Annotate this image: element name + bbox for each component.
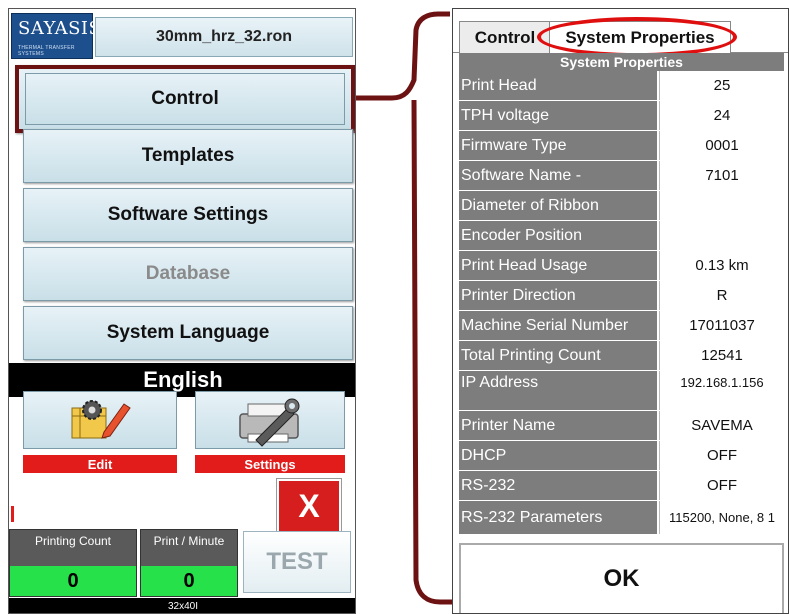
property-value: 24: [659, 101, 784, 130]
property-value: 25: [659, 71, 784, 100]
logo-subtext: THERMAL TRANSFER SYSTEMS: [18, 45, 75, 57]
tab-control[interactable]: Control: [459, 21, 551, 53]
property-name: Printer Direction: [459, 281, 657, 310]
property-name: RS-232 Parameters: [459, 501, 657, 534]
system-language-button[interactable]: System Language: [23, 306, 353, 360]
property-row: RS-232 Parameters 115200, None, 8 1: [459, 501, 784, 535]
edit-label: Edit: [23, 455, 177, 473]
property-row: Diameter of Ribbon: [459, 191, 784, 221]
print-per-minute-value: 0: [141, 566, 237, 596]
property-row: IP Address 192.168.1.156: [459, 371, 784, 411]
edit-icon: [71, 400, 131, 439]
property-row: Machine Serial Number 17011037: [459, 311, 784, 341]
printing-count-box: Printing Count 0: [9, 529, 137, 597]
property-row: TPH voltage 24: [459, 101, 784, 131]
control-button-label: Control: [25, 73, 345, 125]
property-value: OFF: [659, 441, 784, 470]
edit-tile-button[interactable]: [23, 391, 177, 449]
property-value: SAVEMA: [659, 411, 784, 440]
property-name: DHCP: [459, 441, 657, 470]
property-row: DHCP OFF: [459, 441, 784, 471]
property-name: Total Printing Count: [459, 341, 657, 370]
tab-bar: Control System Properties: [453, 9, 788, 57]
test-button[interactable]: TEST: [243, 531, 351, 593]
property-value: R: [659, 281, 784, 310]
property-row: Software Name -7101: [459, 161, 784, 191]
software-settings-button[interactable]: Software Settings: [23, 188, 353, 242]
property-name: Print Head Usage: [459, 251, 657, 280]
templates-button[interactable]: Templates: [23, 129, 353, 183]
properties-table: Print Head 25 TPH voltage 24 Firmware Type 00…: [459, 71, 784, 535]
close-button[interactable]: X: [276, 478, 342, 534]
status-marker: [11, 506, 14, 522]
properties-header: System Properties: [459, 53, 784, 71]
property-name: Machine Serial Number: [459, 311, 657, 340]
footer-info: 32x40I: [9, 598, 355, 613]
property-row: Encoder Position: [459, 221, 784, 251]
property-row: Print Head 25: [459, 71, 784, 101]
current-file-name: 30mm_hrz_32.ron: [95, 17, 353, 57]
property-name: RS-232: [459, 471, 657, 500]
property-row: Firmware Type 0001: [459, 131, 784, 161]
property-name: Print Head: [459, 71, 657, 100]
print-per-minute-box: Print / Minute 0: [140, 529, 238, 597]
property-row: Print Head Usage 0.13 km: [459, 251, 784, 281]
property-row: Printer Name SAVEMA: [459, 411, 784, 441]
brand-logo: SAYASIS THERMAL TRANSFER SYSTEMS: [11, 13, 101, 59]
property-value: [659, 191, 784, 220]
settings-label: Settings: [195, 455, 345, 473]
printer-wrench-icon: [239, 398, 300, 447]
property-name: Printer Name: [459, 411, 657, 440]
callout-bracket: [356, 11, 450, 101]
property-name: Diameter of Ribbon: [459, 191, 657, 220]
database-button[interactable]: Database: [23, 247, 353, 301]
property-row: Total Printing Count 12541: [459, 341, 784, 371]
system-properties-panel: Control System Properties System Propert…: [452, 8, 789, 614]
property-value: 12541: [659, 341, 784, 370]
property-value: 115200, None, 8 1: [659, 501, 784, 534]
property-value: 7101: [659, 161, 784, 190]
property-name: Firmware Type: [459, 131, 657, 160]
property-row: Printer Direction R: [459, 281, 784, 311]
property-value: 192.168.1.156: [659, 371, 784, 410]
property-value: [659, 221, 784, 250]
property-value: 0.13 km: [659, 251, 784, 280]
control-button[interactable]: Control: [15, 65, 355, 133]
logo-text: SAYASIS: [18, 18, 102, 39]
main-menu-panel: SAYASIS THERMAL TRANSFER SYSTEMS 30mm_hr…: [8, 8, 356, 614]
tab-system-properties[interactable]: System Properties: [549, 21, 731, 53]
printing-count-value: 0: [10, 566, 136, 596]
property-value: OFF: [659, 471, 784, 500]
settings-tile-button[interactable]: [195, 391, 345, 449]
property-name: Software Name -: [459, 161, 657, 190]
property-row: RS-232 OFF: [459, 471, 784, 501]
print-per-minute-label: Print / Minute: [153, 534, 225, 548]
printing-count-label: Printing Count: [34, 534, 112, 548]
property-name: IP Address: [459, 371, 657, 410]
property-name: TPH voltage: [459, 101, 657, 130]
callout-bracket-lower: [411, 99, 452, 605]
property-name: Encoder Position: [459, 221, 657, 250]
ok-button[interactable]: OK: [459, 543, 784, 613]
property-value: 0001: [659, 131, 784, 160]
property-value: 17011037: [659, 311, 784, 340]
